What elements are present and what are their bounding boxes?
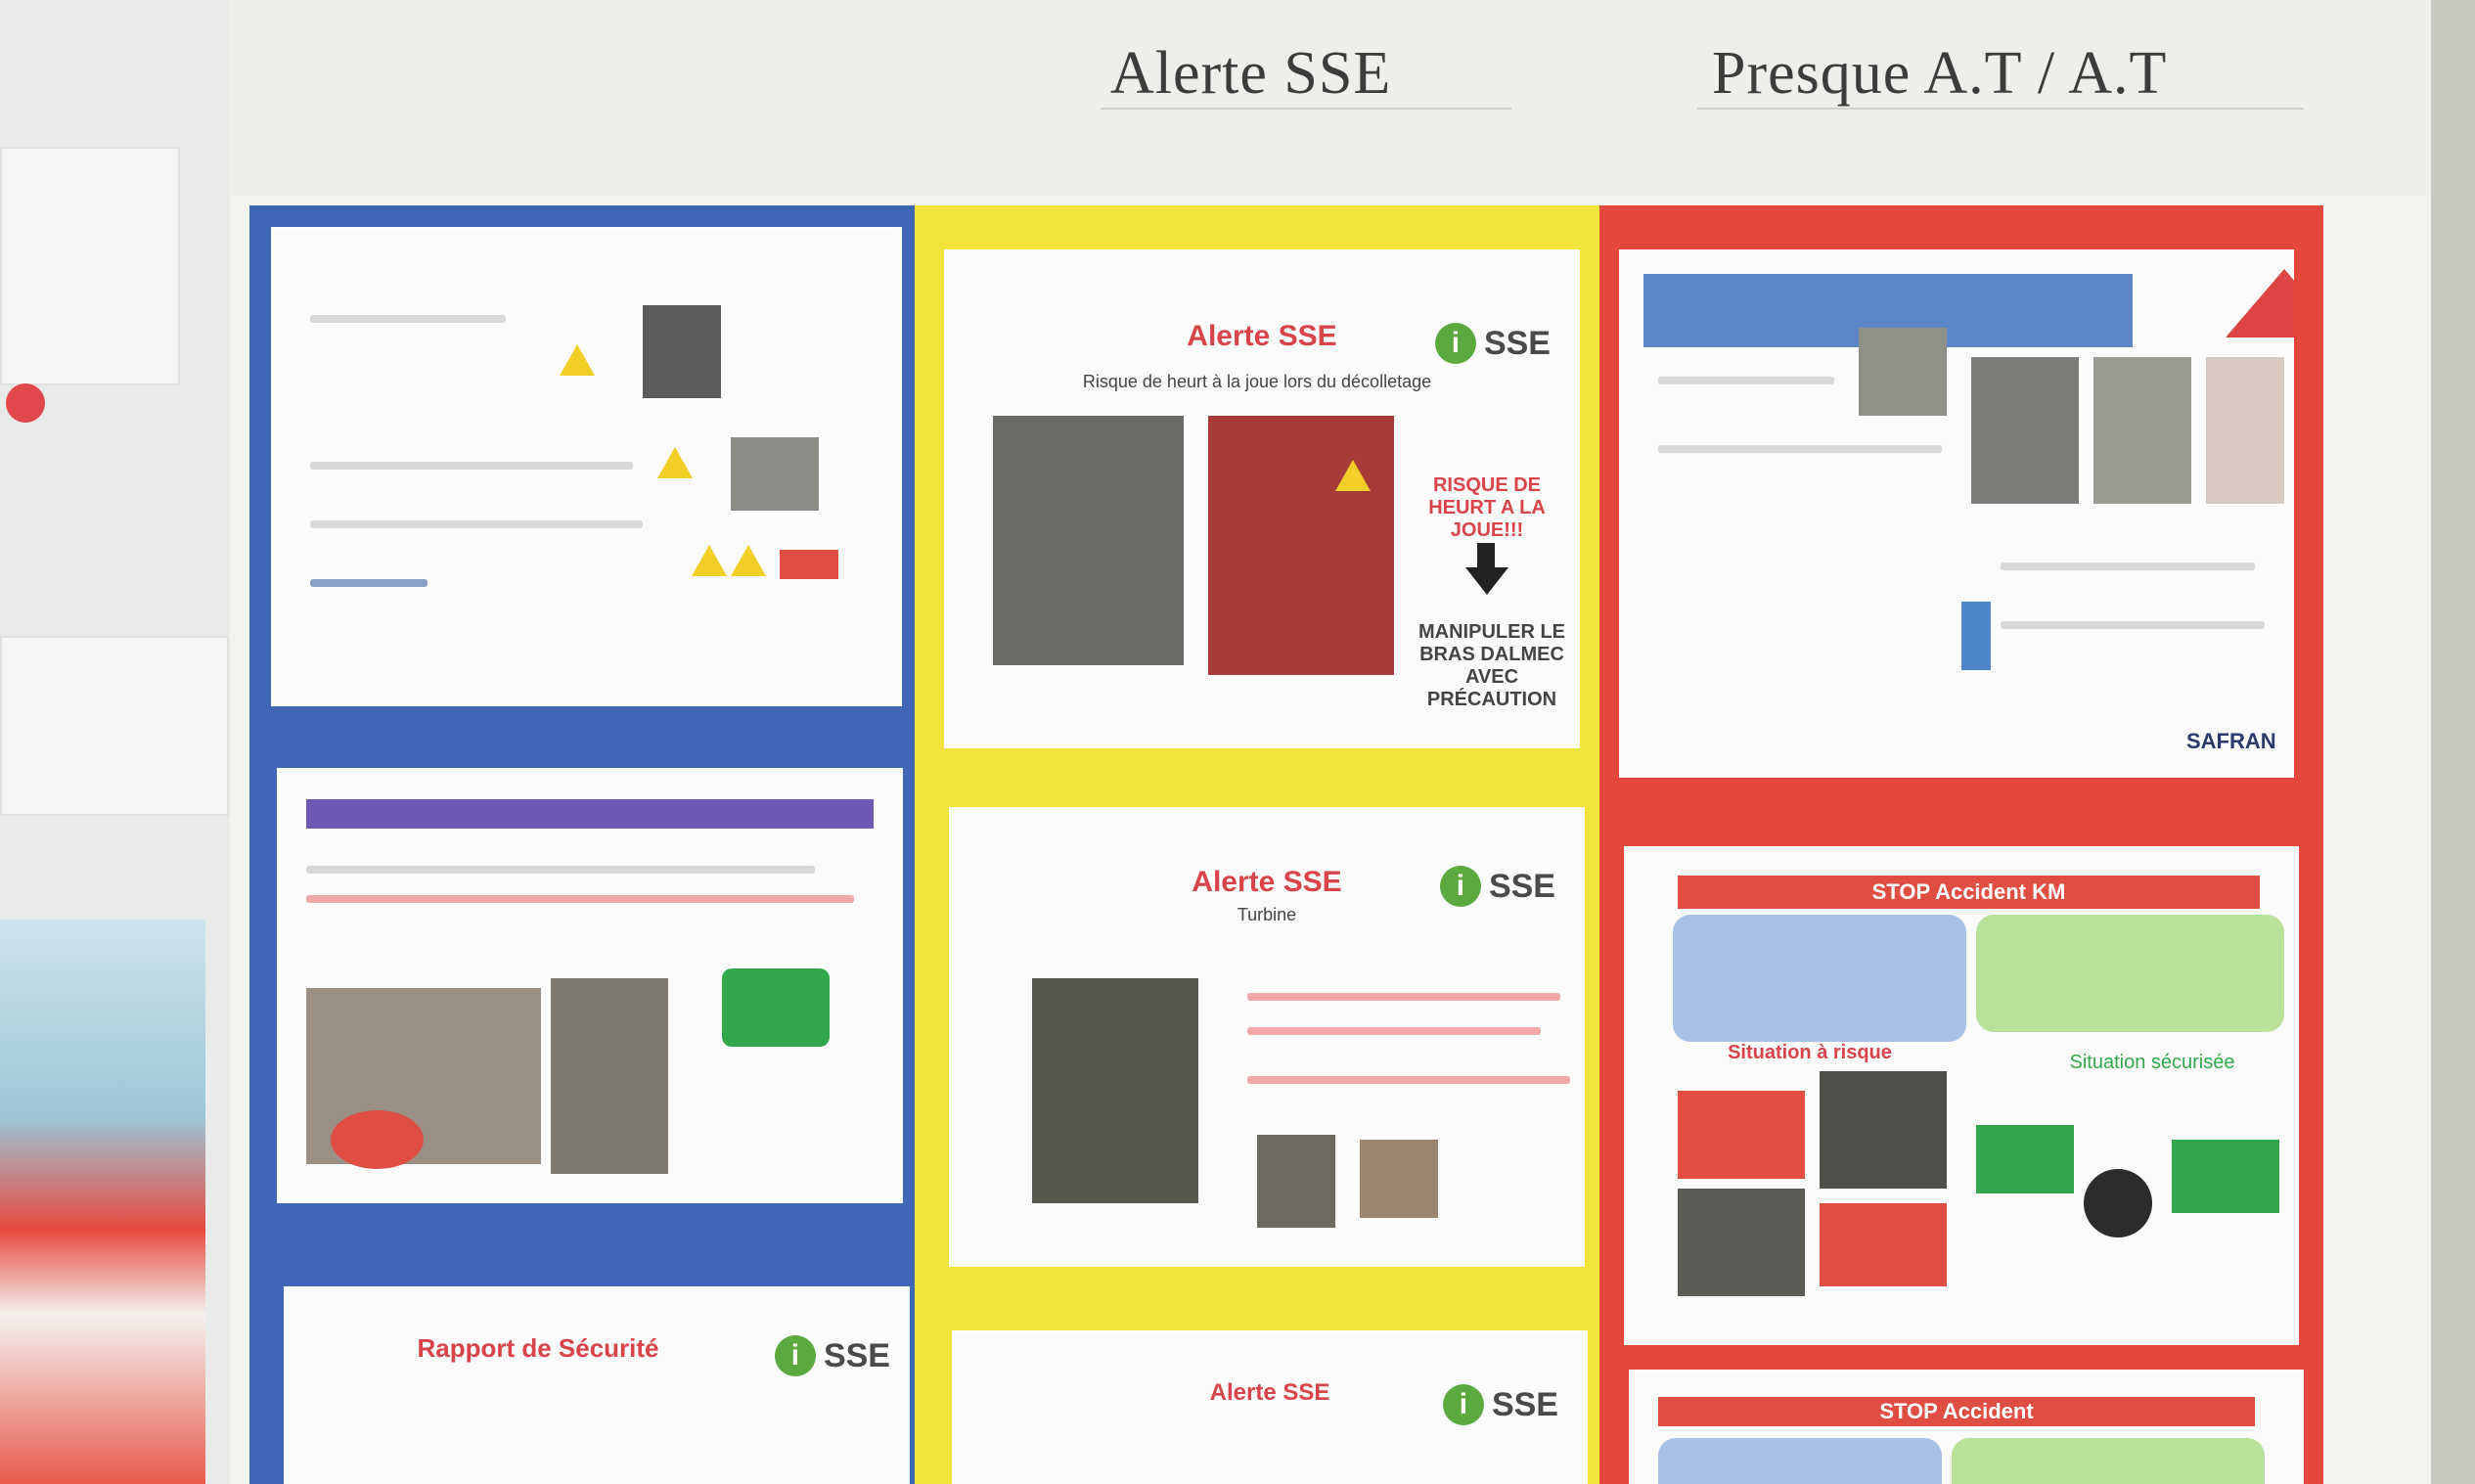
- green-info-box: [1976, 915, 2284, 1032]
- header-underline-1: [1101, 108, 1511, 110]
- sse-badge: i SSE: [1439, 866, 1555, 907]
- text-line: [310, 579, 428, 587]
- sse-label: SSE: [1491, 1385, 1558, 1423]
- photo-part-1: [1971, 357, 2079, 504]
- text-line: [1658, 377, 1834, 384]
- alert-subtitle: Turbine: [1237, 905, 1297, 924]
- left-chart-sheet: [0, 147, 180, 385]
- green-info-box: [1952, 1438, 2265, 1484]
- warning-icon: [692, 545, 727, 576]
- text-line: [306, 866, 815, 874]
- red-panel-stop-accident-2: STOP Accident: [1629, 1370, 2304, 1484]
- action-text: MANIPULER LE BRAS DALMEC AVEC PRÉCAUTION: [1418, 621, 1565, 710]
- photo-risk-4: [1820, 1203, 1947, 1286]
- warning-icon: [657, 447, 693, 478]
- header-presque-at: Presque A.T / A.T: [1712, 40, 2168, 107]
- stop-accident-bar: STOP Accident KM: [1678, 876, 2260, 909]
- blue-panel-3: Rapport de Sécurité i SSE: [284, 1286, 910, 1484]
- photo-crate: [1859, 328, 1947, 416]
- sse-label: SSE: [1488, 867, 1555, 905]
- text-line: [1247, 1027, 1541, 1035]
- arrow-stem: [1477, 543, 1495, 570]
- sse-badge: i SSE: [774, 1335, 890, 1376]
- red-column: SAFRAN STOP Accident KM Situation à risq…: [1599, 205, 2323, 1484]
- header-underline-2: [1697, 108, 2304, 110]
- yellow-panel-alert-1: Alerte SSE Risque de heurt à la joue lor…: [944, 249, 1580, 748]
- photo-part-3: [2206, 357, 2284, 504]
- text-line: [310, 520, 643, 528]
- photo-red-machine: [1208, 416, 1394, 675]
- blue-panel-1: [271, 227, 902, 706]
- photo-machine: [643, 305, 721, 398]
- photo-rack: [1032, 978, 1198, 1203]
- photo-support-2: [1360, 1140, 1438, 1218]
- sse-label: SSE: [1483, 324, 1551, 362]
- blue-panel-2: [277, 768, 903, 1203]
- panel-title: Rapport de Sécurité: [417, 1333, 659, 1363]
- red-panel-stop-accident: STOP Accident KM Situation à risque Situ…: [1624, 846, 2299, 1345]
- text-line: [1658, 445, 1942, 453]
- text-line: [1247, 993, 1560, 1001]
- blue-column: Rapport de Sécurité i SSE: [249, 205, 934, 1484]
- left-chart-sheet-2: [0, 636, 229, 816]
- warning-icon: [1335, 460, 1371, 491]
- warning-icon: [560, 344, 595, 376]
- photo-helmet: [2084, 1169, 2152, 1237]
- right-edge-structure: [2431, 0, 2475, 1484]
- safran-logo: SAFRAN: [2186, 729, 2276, 753]
- photo-risk-3: [1678, 1189, 1805, 1296]
- photo-risk-1: [1678, 1091, 1805, 1179]
- info-icon: i: [1442, 1384, 1484, 1425]
- photo-support-1: [1257, 1135, 1335, 1228]
- sse-label: SSE: [823, 1336, 890, 1374]
- blue-info-box: [1673, 915, 1966, 1042]
- sse-badge: i SSE: [1442, 1384, 1558, 1425]
- pyramid-icon: [2226, 269, 2294, 337]
- blue-info-box: [1658, 1438, 1942, 1484]
- text-line: [310, 315, 506, 323]
- green-safe-box-2: [2172, 1140, 2279, 1213]
- red-label: [780, 550, 838, 579]
- warning-icon: [731, 545, 766, 576]
- text-line: [310, 462, 633, 470]
- red-magnet: [6, 383, 45, 423]
- photo-situation-2: [551, 978, 668, 1174]
- purple-title-bar: [306, 799, 874, 829]
- alert-subtitle: Risque de heurt à la joue lors du décoll…: [1082, 372, 1432, 391]
- red-circle-label: [331, 1110, 424, 1169]
- text-line: [306, 895, 854, 903]
- info-icon: i: [774, 1335, 816, 1376]
- photo-part: [731, 437, 819, 511]
- yellow-column: Alerte SSE Risque de heurt à la joue lor…: [915, 205, 1599, 1484]
- sse-badge: i SSE: [1434, 323, 1551, 364]
- photo-part-2: [2093, 357, 2191, 504]
- yellow-panel-alert-3: Alerte SSE i SSE: [952, 1330, 1588, 1484]
- text-line: [1247, 1076, 1570, 1084]
- text-line: [2001, 562, 2255, 570]
- situation-risk-label: Situation à risque: [1728, 1042, 1892, 1063]
- info-icon: i: [1439, 866, 1481, 907]
- arrow-down-icon: [1465, 567, 1508, 595]
- text-line: [2001, 621, 2265, 629]
- info-icon: i: [1434, 323, 1476, 364]
- left-flyer: [0, 920, 205, 1484]
- photo-risk-2: [1820, 1071, 1947, 1189]
- red-panel-incident: SAFRAN: [1619, 249, 2294, 778]
- photo-scene: Alerte SSE Presque A.T / A.T Rapport de …: [0, 0, 2475, 1484]
- situation-safe-label: Situation sécurisée: [2069, 1052, 2235, 1073]
- stop-accident-bar: STOP Accident: [1658, 1397, 2255, 1426]
- green-safe-box-1: [1976, 1125, 2074, 1193]
- header-alerte-sse: Alerte SSE: [1110, 40, 1392, 107]
- photo-workshop: [993, 416, 1184, 665]
- green-safe-box: [722, 968, 830, 1047]
- left-wall: [0, 0, 245, 1484]
- blue-tag: [1961, 602, 1991, 670]
- yellow-panel-alert-2: Alerte SSE Turbine i SSE: [949, 807, 1585, 1267]
- risk-text: RISQUE DE HEURT A LA JOUE!!!: [1428, 474, 1546, 541]
- safety-board: Alerte SSE Presque A.T / A.T Rapport de …: [230, 0, 2431, 1484]
